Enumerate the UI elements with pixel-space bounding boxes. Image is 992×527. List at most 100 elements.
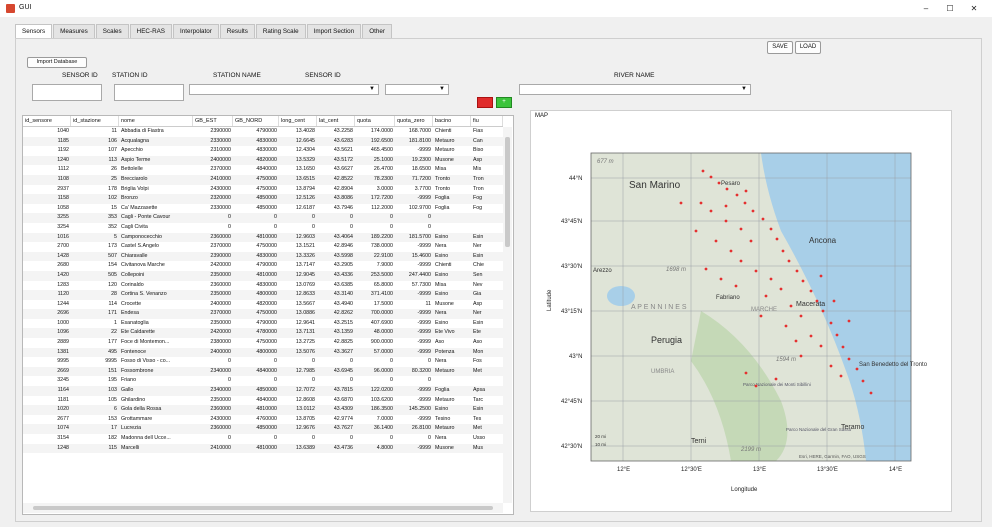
sensor-id-dropdown[interactable]: ▼ [385, 84, 449, 95]
table-cell[interactable]: 13.1521 [279, 242, 317, 252]
table-cell[interactable]: 900.0000 [355, 338, 395, 348]
table-cell[interactable]: Esin [471, 252, 503, 262]
table-cell[interactable]: 43.6627 [317, 165, 355, 175]
table-cell[interactable]: 0 [355, 357, 395, 367]
table-cell[interactable]: 2310000 [193, 146, 233, 156]
table-cell[interactable]: 2340000 [193, 386, 233, 396]
vertical-scrollbar[interactable] [503, 127, 512, 503]
table-cell[interactable]: 195 [71, 376, 119, 386]
table-cell[interactable]: 465.4500 [355, 146, 395, 156]
table-cell[interactable]: Nera [433, 434, 471, 444]
table-cell[interactable]: 4790000 [233, 319, 279, 329]
sensor-marker[interactable] [819, 344, 823, 348]
table-cell[interactable]: Fias [471, 127, 503, 137]
table-cell[interactable]: 2410000 [193, 444, 233, 454]
table-cell[interactable]: 1283 [23, 281, 71, 291]
table-cell[interactable]: Mus [471, 444, 503, 454]
table-cell[interactable]: 1074 [23, 424, 71, 434]
table-cell[interactable]: Aso [471, 338, 503, 348]
table-cell[interactable]: 1240 [23, 156, 71, 166]
table-cell[interactable]: Nev [471, 281, 503, 291]
sensor-id-field[interactable] [32, 84, 102, 101]
sensor-marker[interactable] [739, 259, 743, 263]
table-cell[interactable]: Musone [433, 156, 471, 166]
table-cell[interactable]: Metauro [433, 424, 471, 434]
table-cell[interactable]: 57.7300 [395, 281, 433, 291]
table-cell[interactable]: 1428 [23, 252, 71, 262]
table-cell[interactable]: 2677 [23, 415, 71, 425]
table-cell[interactable]: 0 [279, 434, 317, 444]
table-cell[interactable]: 13.6515 [279, 175, 317, 185]
sensor-marker[interactable] [781, 249, 785, 253]
table-cell[interactable]: Esino [433, 405, 471, 415]
table-row[interactable]: 1000 1 Esanatoglia 2350000 4790000 12.9641 43.… [23, 319, 503, 329]
table-cell[interactable]: Mon [471, 348, 503, 358]
maximize-button[interactable]: ☐ [940, 2, 960, 15]
table-cell[interactable]: Esino [433, 319, 471, 329]
table-cell[interactable]: 0 [395, 213, 433, 223]
table-cell[interactable]: -9999 [395, 415, 433, 425]
table-cell[interactable]: Corinaldo [119, 281, 193, 291]
table-cell[interactable]: 2380000 [193, 338, 233, 348]
table-cell[interactable]: 4830000 [233, 281, 279, 291]
table-cell[interactable]: 189.2200 [355, 233, 395, 243]
table-cell[interactable]: 120 [71, 281, 119, 291]
column-header[interactable]: id_stazione [71, 116, 119, 126]
table-cell[interactable]: 13.5076 [279, 348, 317, 358]
table-cell[interactable]: 42.9774 [317, 415, 355, 425]
table-cell[interactable]: 22.9100 [355, 252, 395, 262]
table-cell[interactable]: 13.8705 [279, 415, 317, 425]
table-row[interactable]: 2669 151 Fossombrone 2340000 4840000 12.7985 4… [23, 366, 503, 377]
table-cell[interactable]: Chienti [433, 127, 471, 137]
table-cell[interactable]: 192.6500 [355, 137, 395, 147]
sensor-marker[interactable] [724, 219, 728, 223]
sensor-marker[interactable] [847, 319, 851, 323]
tab-other[interactable]: Other [362, 24, 392, 38]
tab-interpolator[interactable]: Interpolator [173, 24, 219, 38]
table-cell[interactable]: -9999 [395, 261, 433, 271]
table-cell[interactable]: 3.0000 [355, 185, 395, 195]
horizontal-scrollbar[interactable] [23, 503, 503, 513]
table-cell[interactable]: Tesino [433, 415, 471, 425]
table-cell[interactable]: Apsa [471, 386, 503, 396]
table-cell[interactable]: 13.0886 [279, 309, 317, 319]
table-cell[interactable]: 0 [395, 223, 433, 233]
table-cell[interactable]: 13.5667 [279, 300, 317, 310]
table-cell[interactable]: 43.6870 [317, 396, 355, 406]
table-cell[interactable]: Bettolelle [119, 165, 193, 175]
table-cell[interactable]: 13.1650 [279, 165, 317, 175]
table-cell[interactable]: 0 [279, 376, 317, 386]
table-cell[interactable]: 171 [71, 309, 119, 319]
sensor-marker[interactable] [725, 187, 729, 191]
table-cell[interactable]: 700.0000 [355, 309, 395, 319]
table-row[interactable]: 9995 9995 Fosso di Visso - co... 0 0 0 0 0 0 Nera… [23, 357, 503, 367]
table-cell[interactable]: 1381 [23, 348, 71, 358]
table-cell[interactable]: Ghilardino [119, 396, 193, 406]
table-cell[interactable]: 1108 [23, 175, 71, 185]
column-header[interactable]: nome [119, 116, 193, 126]
table-cell[interactable]: 80.3200 [395, 367, 433, 377]
table-cell[interactable]: 0 [279, 213, 317, 223]
table-cell[interactable]: Misa [433, 281, 471, 291]
sensor-marker[interactable] [724, 204, 728, 208]
table-cell[interactable]: 4760000 [233, 415, 279, 425]
table-cell[interactable]: 1181 [23, 396, 71, 406]
sensor-marker[interactable] [855, 367, 859, 371]
table-cell[interactable]: 2360000 [193, 405, 233, 415]
table-cell[interactable]: 12.9676 [279, 424, 317, 434]
table-cell[interactable]: 0 [193, 434, 233, 444]
table-cell[interactable]: 2410000 [193, 175, 233, 185]
table-cell[interactable]: 0 [355, 213, 395, 223]
table-cell[interactable] [433, 213, 471, 223]
table-cell[interactable]: Mis [471, 165, 503, 175]
sensor-marker[interactable] [704, 267, 708, 271]
sensor-marker[interactable] [795, 269, 799, 273]
table-cell[interactable]: 2889 [23, 338, 71, 348]
table-row[interactable]: 1120 28 Cortina S. Venanzo 2350000 4800000 12… [23, 290, 503, 300]
sensor-marker[interactable] [694, 229, 698, 233]
sensor-marker[interactable] [699, 201, 703, 205]
table-cell[interactable]: 0 [233, 357, 279, 367]
table-cell[interactable]: Ete Vivo [433, 328, 471, 338]
table-cell[interactable]: 11 [395, 300, 433, 310]
table-cell[interactable]: 1112 [23, 165, 71, 175]
